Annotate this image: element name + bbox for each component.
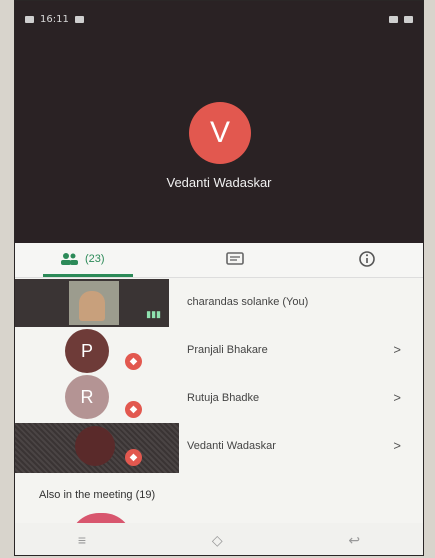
- meeting-stage: 16:11 V Vedanti Wadaskar: [15, 1, 423, 243]
- participant-avatar: P: [65, 329, 109, 373]
- chevron-right-icon[interactable]: >: [393, 390, 401, 405]
- people-count: (23): [85, 253, 105, 265]
- signal-icon: [25, 15, 34, 23]
- wifi-icon: [389, 15, 398, 23]
- mic-off-icon: ◆: [125, 353, 142, 370]
- participant-name: charandas solanke (You): [187, 296, 309, 308]
- self-video-thumbnail: ▮▮▮: [15, 279, 169, 327]
- status-bar: 16:11: [25, 11, 413, 27]
- participant-row-self[interactable]: ▮▮▮ charandas solanke (You): [15, 279, 423, 327]
- mic-off-icon: ◆: [125, 449, 142, 466]
- meeting-tabs: (23): [15, 243, 423, 278]
- active-tab-indicator: [43, 274, 133, 277]
- system-navbar: ≡ ◇ ↩: [15, 523, 423, 555]
- participant-row-pranjali[interactable]: P ◆ Pranjali Bhakare >: [15, 327, 423, 375]
- info-icon: [359, 251, 375, 267]
- chevron-right-icon[interactable]: >: [393, 342, 401, 357]
- participant-row-vedanti[interactable]: ◆ Vedanti Wadaskar >: [15, 423, 423, 473]
- people-icon: [61, 253, 78, 265]
- participant-avatar: [75, 426, 115, 466]
- chat-icon: [226, 252, 244, 265]
- tab-chat[interactable]: [225, 243, 245, 275]
- back-icon[interactable]: ↩: [348, 532, 360, 549]
- video-person: [79, 291, 105, 321]
- home-icon[interactable]: ◇: [212, 532, 223, 549]
- host-avatar: V: [189, 102, 251, 164]
- tab-info[interactable]: [358, 243, 376, 275]
- menu-icon[interactable]: ≡: [78, 532, 86, 548]
- mic-off-icon: ◆: [125, 401, 142, 418]
- notification-icon: [74, 15, 84, 23]
- participant-name: Rutuja Bhadke: [187, 392, 260, 404]
- status-time: 16:11: [40, 13, 69, 25]
- tab-people[interactable]: (23): [59, 243, 105, 275]
- participant-avatar: R: [65, 375, 109, 419]
- battery-icon: [404, 15, 413, 23]
- participant-name: Pranjali Bhakare: [187, 344, 268, 356]
- phone-screen: 16:11 V Vedanti Wadaskar (23) ▮▮▮ charan…: [14, 0, 424, 556]
- chevron-right-icon[interactable]: >: [393, 438, 401, 453]
- audio-level-icon: ▮▮▮: [146, 309, 161, 319]
- also-in-meeting-label: Also in the meeting (19): [39, 489, 156, 501]
- participant-row-rutuja[interactable]: R ◆ Rutuja Bhadke >: [15, 375, 423, 423]
- participant-name: Vedanti Wadaskar: [187, 440, 276, 452]
- host-name: Vedanti Wadaskar: [166, 175, 272, 190]
